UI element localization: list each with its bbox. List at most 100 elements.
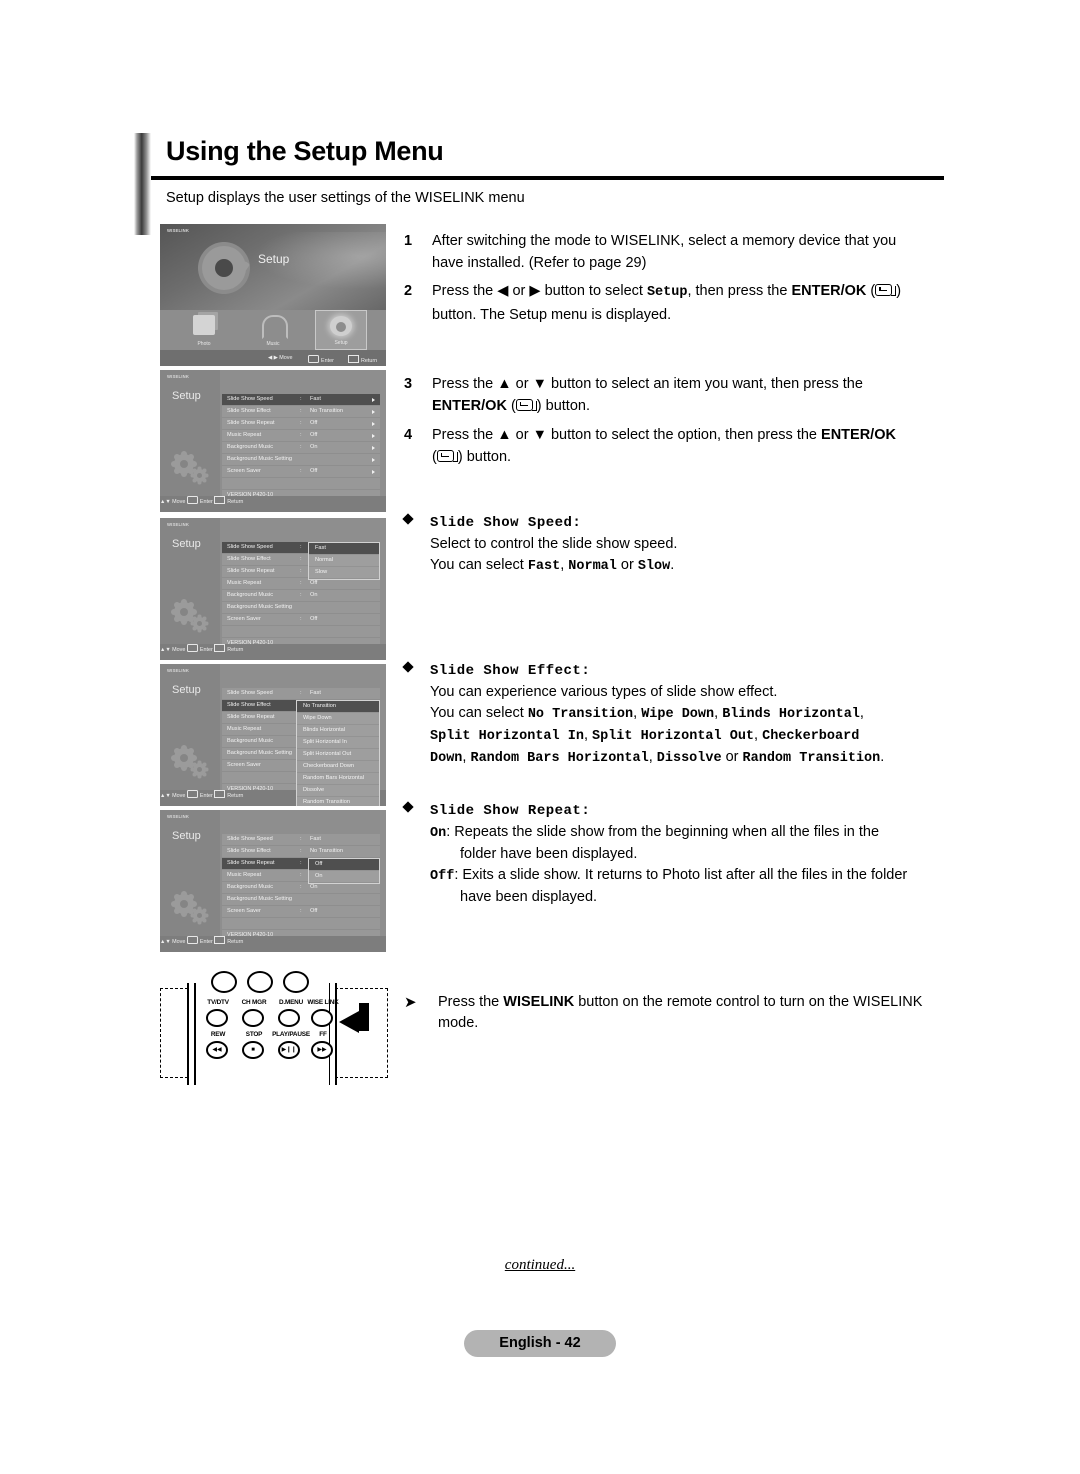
foot-return: Return — [348, 355, 377, 364]
menu-footer-bar: ▲▼ Move Enter Return — [160, 496, 386, 512]
menu-row-screen-saver[interactable]: Screen Saver : Off — [222, 466, 380, 478]
menu-row-screen-saver[interactable]: Screen Saver : Off — [222, 906, 380, 918]
step-text: or — [511, 376, 533, 392]
dropdown-option[interactable]: Random Bars Horizontal — [297, 773, 379, 785]
enter-icon — [186, 790, 198, 798]
remote-button-top-3[interactable] — [283, 971, 309, 993]
enter-icon — [308, 355, 319, 363]
dropdown-option[interactable]: Off — [309, 859, 379, 871]
dropdown-option[interactable]: On — [309, 871, 379, 883]
menu-row-label: Music Repeat — [227, 872, 262, 878]
diamond-bullet-icon — [402, 661, 414, 673]
menu-row-value: No Transition — [310, 408, 343, 414]
remote-button-rew[interactable]: ◀◀ — [206, 1041, 228, 1059]
foot-move: ▲▼ Move — [160, 499, 187, 505]
option-value: Split Horizontal In — [430, 729, 584, 744]
menu-colon: : — [300, 432, 302, 438]
bullet-body: Slide Show Repeat: On: Repeats the slide… — [430, 800, 952, 908]
menu-row-background-music-setting[interactable]: Background Music Setting — [222, 454, 380, 466]
menu-row-label: Screen Saver — [227, 908, 261, 914]
splash-icon-bar: Photo Music Setup — [160, 310, 386, 350]
remote-button-stop[interactable]: ■ — [242, 1041, 264, 1059]
remote-button-top-1[interactable] — [211, 971, 237, 993]
dropdown-option[interactable]: Slow — [309, 567, 379, 579]
bullet-text: You can select — [430, 557, 528, 573]
remote-button-wise-link[interactable] — [311, 1009, 333, 1027]
menu-row-background-music-setting[interactable]: Background Music Setting — [222, 894, 380, 906]
option-value-off: Off — [430, 869, 455, 884]
remote-button-top-2[interactable] — [247, 971, 273, 993]
menu-row-label: Slide Show Effect — [227, 702, 271, 708]
foot-enter-label: Enter — [199, 647, 213, 653]
dropdown-option[interactable]: Split Horizontal In — [297, 737, 379, 749]
menu-row-slide-show-repeat[interactable]: Slide Show Repeat : Off — [222, 418, 380, 430]
menu-row-value: On — [310, 444, 318, 450]
dropdown-option[interactable]: Fast — [309, 543, 379, 555]
menu-row-slide-show-speed[interactable]: Slide Show Speed : Fast — [222, 394, 380, 406]
dropdown-option[interactable]: Split Horizontal Out — [297, 749, 379, 761]
step-text: or — [511, 427, 533, 443]
chevron-right-icon — [372, 433, 375, 438]
setup-menu-list: Slide Show Speed : Fast Slide Show Effec… — [222, 834, 380, 952]
menu-row-slide-show-effect[interactable]: Slide Show Effect : No Transition — [222, 846, 380, 858]
dropdown-slide-show-repeat[interactable]: Off On — [308, 858, 380, 884]
dropdown-option[interactable]: No Transition — [297, 701, 379, 713]
option-value: Fast — [527, 559, 561, 574]
wiselink-keyword: WISELINK — [503, 994, 575, 1010]
dropdown-slide-show-effect[interactable]: No Transition Wipe Down Blinds Horizonta… — [296, 700, 380, 806]
foot-enter: Enter — [308, 355, 334, 364]
chevron-right-icon — [372, 469, 375, 474]
menu-row-slide-show-speed[interactable]: Slide Show Speed : Fast — [222, 688, 380, 700]
step-2: 2 Press the ◀ or ▶ button to select Setu… — [404, 280, 949, 326]
bullet-slide-show-effect: Slide Show Effect: You can experience va… — [402, 660, 952, 769]
splash-item-photo[interactable]: Photo — [178, 310, 230, 350]
return-icon — [214, 790, 226, 798]
menu-row-music-repeat[interactable]: Music Repeat : Off — [222, 430, 380, 442]
menu-row-slide-show-effect[interactable]: Slide Show Effect : No Transition — [222, 406, 380, 418]
menu-row-background-music-setting[interactable]: Background Music Setting — [222, 602, 380, 614]
dropdown-option[interactable]: Wipe Down — [297, 713, 379, 725]
note-line: mode. — [438, 1015, 479, 1031]
foot-return-label: Return — [227, 939, 244, 945]
dropdown-option[interactable]: Dissolve — [297, 785, 379, 797]
enter-icon — [186, 644, 198, 652]
menu-row-label: Slide Show Effect — [227, 408, 271, 414]
screenshot-effect-dropdown: WISELINK Setup Slide Show Speed : Fast S… — [160, 664, 386, 806]
remote-button-ff[interactable]: ▶▶ — [311, 1041, 333, 1059]
remote-button-d-menu[interactable] — [278, 1009, 300, 1027]
splash-item-setup[interactable]: Setup — [315, 310, 367, 350]
remote-label-tv-dtv: TV/DTV — [207, 999, 229, 1006]
splash-item-music[interactable]: Music — [247, 310, 299, 350]
splash-hero: WISELINK Setup — [160, 224, 386, 310]
chevron-right-icon — [372, 421, 375, 426]
foot-enter-label: Enter — [199, 939, 213, 945]
gear-icon — [193, 469, 206, 482]
rewind-icon: ◀◀ — [212, 1047, 222, 1053]
dropdown-option[interactable]: Checkerboard Down — [297, 761, 379, 773]
menu-row-screen-saver[interactable]: Screen Saver : Off — [222, 614, 380, 626]
gear-icon — [193, 909, 206, 922]
menu-row-value: Fast — [310, 690, 321, 696]
menu-side-panel — [160, 370, 220, 496]
bullet-line: folder have been displayed. — [460, 846, 638, 862]
remote-button-play-pause[interactable]: ▶❙❙ — [278, 1041, 300, 1059]
remote-label-play-pause: PLAY/PAUSE — [272, 1031, 310, 1038]
gear-icon — [174, 748, 194, 768]
menu-colon: : — [300, 568, 302, 574]
dropdown-option[interactable]: Random Transition — [297, 797, 379, 806]
step-body: Press the ▲ or ▼ button to select the op… — [432, 424, 949, 468]
dropdown-option[interactable]: Blinds Horizontal — [297, 725, 379, 737]
step-text: or — [508, 283, 530, 299]
pointer-arrow-tail-icon — [359, 1003, 369, 1031]
dropdown-option[interactable]: Normal — [309, 555, 379, 567]
remote-button-tv-dtv[interactable] — [206, 1009, 228, 1027]
foot-move-label: Move — [279, 355, 293, 361]
splash-item-label: Photo — [197, 341, 211, 347]
enter-icon — [186, 936, 198, 944]
menu-row-slide-show-speed[interactable]: Slide Show Speed : Fast — [222, 834, 380, 846]
bullet-line: You can experience various types of slid… — [430, 684, 778, 700]
menu-row-background-music[interactable]: Background Music : On — [222, 442, 380, 454]
menu-row-background-music[interactable]: Background Music : On — [222, 590, 380, 602]
remote-button-ch-mgr[interactable] — [242, 1009, 264, 1027]
dropdown-slide-show-speed[interactable]: Fast Normal Slow — [308, 542, 380, 580]
